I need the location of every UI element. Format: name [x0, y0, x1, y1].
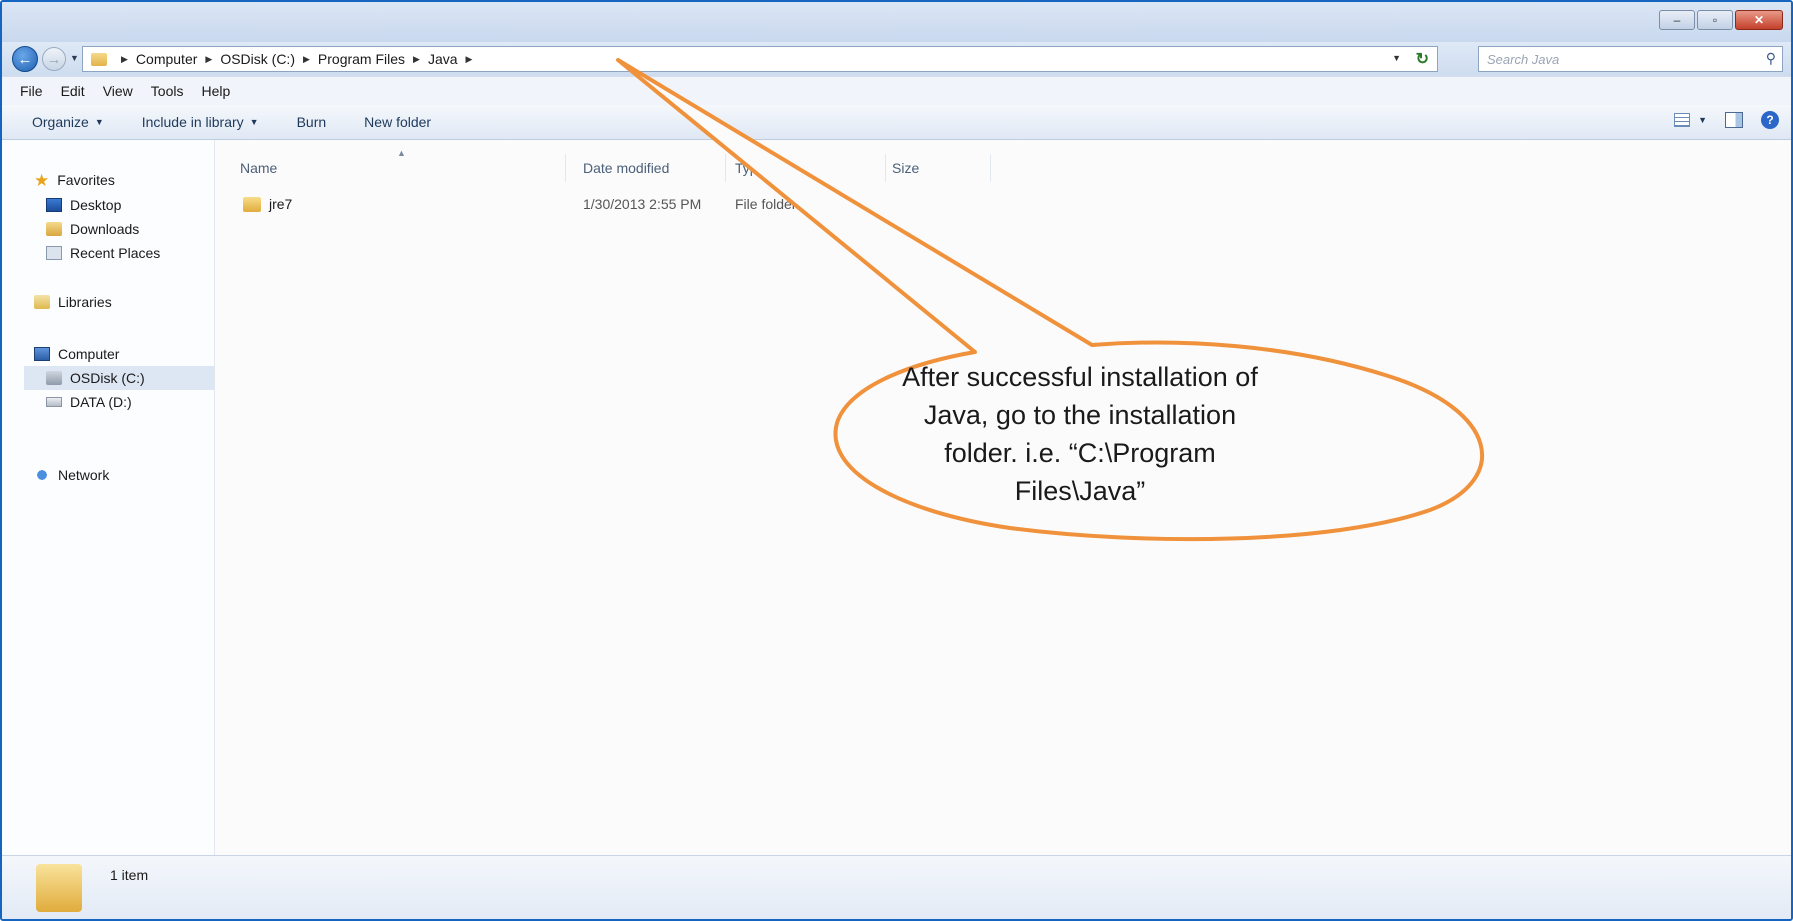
- callout-text: After successful installation of Java, g…: [902, 362, 1258, 506]
